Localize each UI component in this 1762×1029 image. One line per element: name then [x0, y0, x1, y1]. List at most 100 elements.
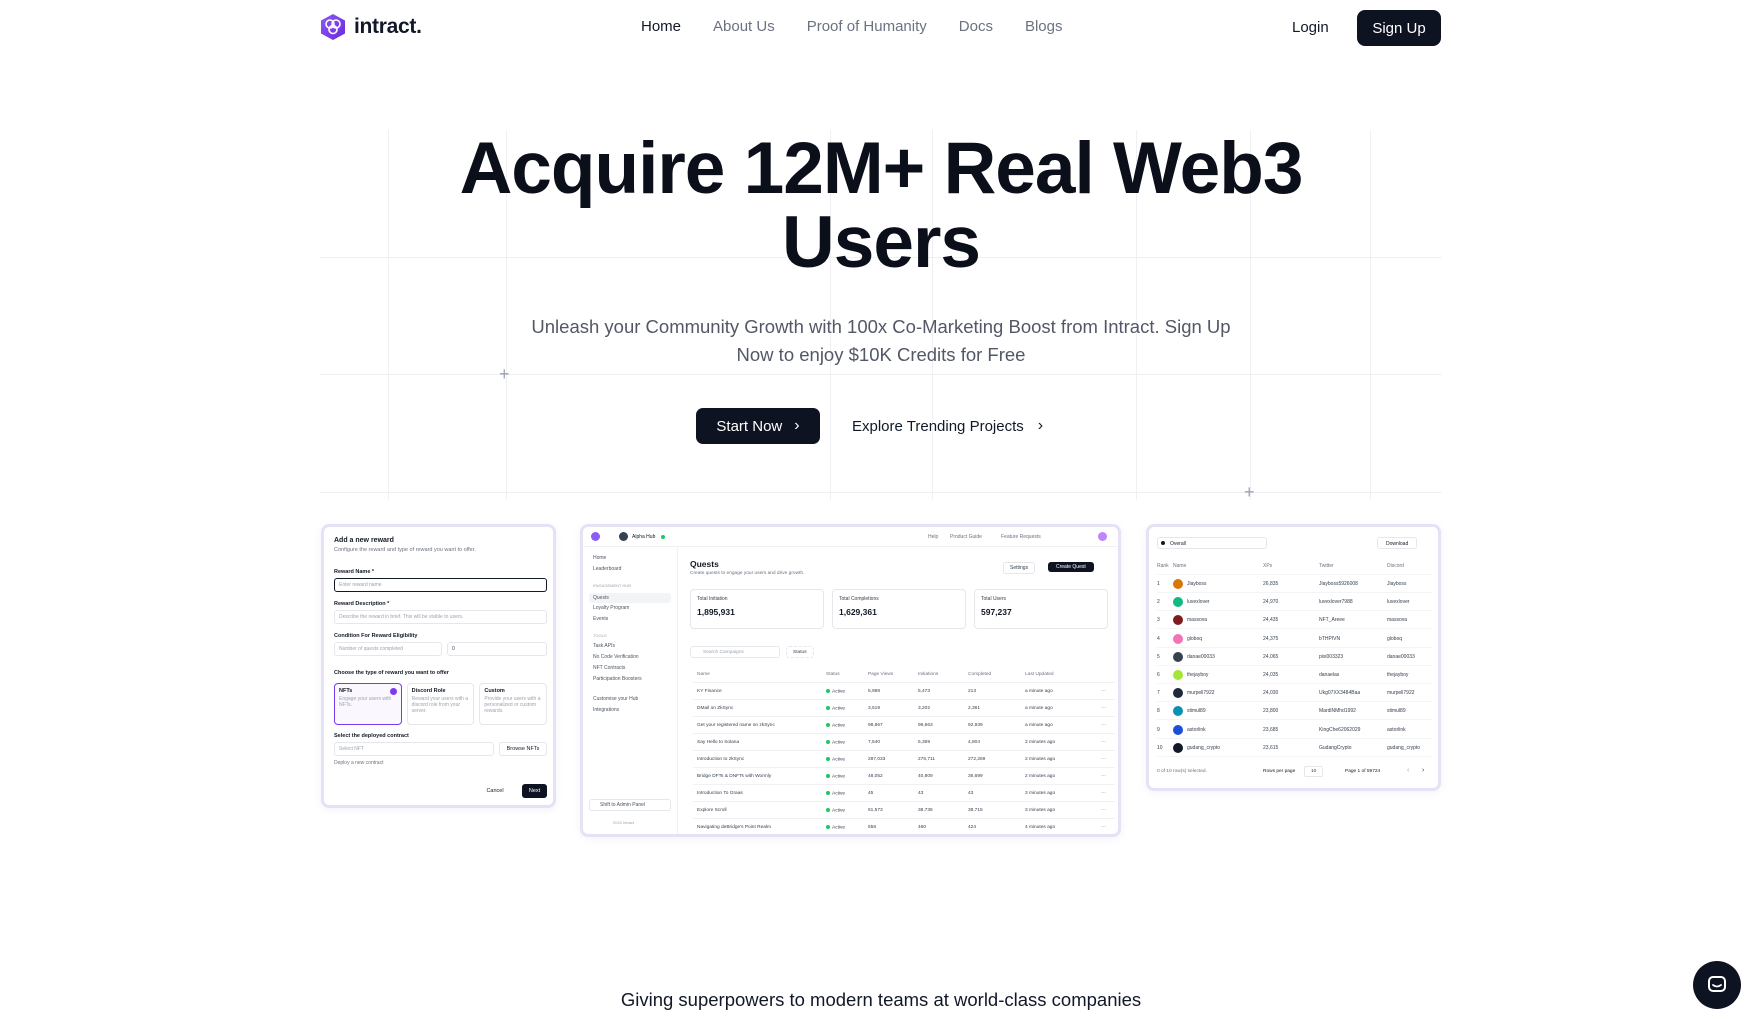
table-cell: 24,035 [1263, 672, 1279, 678]
row-actions-icon[interactable]: ··· [1101, 723, 1106, 728]
status-filter[interactable]: Status [786, 646, 814, 658]
leaderboard-row[interactable]: 7 murpell7922 24,030 Ukg07XX3484Baa murpell7… [1157, 684, 1433, 703]
prev-page-icon[interactable]: ‹ [1407, 767, 1409, 774]
active-dot-icon [826, 757, 830, 761]
nav-home[interactable]: Home [641, 18, 681, 35]
table-row[interactable]: Say Hello to Solana Active 7,540 5,369 4,804… [693, 734, 1115, 751]
leaderboard-row[interactable]: 6 thejayboy 24,035 danaelas thejayboy [1157, 666, 1433, 684]
add-reward-preview: Add a new reward Configure the reward an… [321, 524, 556, 808]
sidebar-item-leaderboard[interactable]: Leaderboard [593, 566, 621, 572]
table-cell: GudangCrypto [1319, 744, 1352, 751]
sidebar-item-nft-contracts[interactable]: NFT Contracts [593, 665, 625, 671]
search-campaigns-input[interactable]: Search Campaigns [690, 646, 780, 658]
condition-label: Condition For Reward Eligibility [334, 633, 418, 639]
table-cell: 558 [868, 825, 877, 830]
table-row[interactable]: Navigating deBridge's Point Realm Active 5… [693, 819, 1115, 834]
table-row[interactable]: KY Finance Active 5,988 5,473 213 a minute ag… [693, 683, 1115, 700]
rows-per-page-select[interactable]: 10 [1304, 766, 1324, 777]
col-last-updated[interactable]: Last Updated [1025, 672, 1054, 677]
user-avatar[interactable] [1098, 532, 1107, 541]
sidebar-item-customise-hub[interactable]: Customise your Hub [593, 696, 638, 702]
table-row[interactable]: DMail on ZkSync Active 3,519 3,202 2,361 a mi… [693, 700, 1115, 717]
leaderboard-row[interactable]: 2 luvexlover 24,970 luvexlover7988 luvexlove… [1157, 593, 1433, 612]
leaderboard-row[interactable]: 4 globoq 24,375 bTHPIVN globoq [1157, 630, 1433, 648]
sidebar-item-quests[interactable]: Quests [589, 593, 671, 603]
sidebar-item-task-apis[interactable]: Task APIs [593, 643, 615, 649]
row-actions-icon[interactable]: ··· [1101, 791, 1106, 796]
hub-name[interactable]: Alpha Hub [632, 534, 655, 540]
explore-trending-projects-button[interactable]: Explore Trending Projects › [852, 408, 1043, 444]
table-row[interactable]: Get your registered name on zkSync Active… [693, 717, 1115, 734]
row-actions-icon[interactable]: ··· [1101, 808, 1106, 813]
product-guide-link[interactable]: Product Guide [950, 534, 982, 540]
brand-logo[interactable]: intract. [320, 13, 422, 41]
reward-option-discord-role[interactable]: Discord Role Reward your users with a di… [406, 683, 475, 725]
row-actions-icon[interactable]: ··· [1101, 825, 1106, 830]
nav-about-us[interactable]: About Us [713, 18, 775, 35]
col-initiations[interactable]: Initiations [918, 672, 938, 677]
sidebar-item-home[interactable]: Home [593, 555, 606, 561]
start-now-button[interactable]: Start Now › [696, 408, 820, 444]
leaderboard-row[interactable]: 3 massova 24,435 NFT_Areee massova [1157, 611, 1433, 630]
nav-proof-of-humanity[interactable]: Proof of Humanity [807, 18, 927, 35]
condition-select[interactable]: Number of quests completed [334, 642, 442, 656]
col-completed[interactable]: Completed [968, 672, 991, 677]
reward-option-nfts[interactable]: NFTs Engage your users with NFTs. [334, 683, 402, 725]
settings-button[interactable]: Settings [1003, 562, 1036, 574]
shift-to-admin-button[interactable]: Shift to Admin Panel [589, 799, 671, 811]
table-cell: 38,715 [968, 808, 983, 813]
row-actions-icon[interactable]: ··· [1101, 757, 1106, 762]
reward-desc-input[interactable]: Describe the reward in brief. This will … [334, 610, 547, 624]
next-button[interactable]: Next [522, 784, 547, 798]
sidebar-item-loyalty-program[interactable]: Loyalty Program [593, 605, 629, 611]
leaderboard-row[interactable]: 10 gudang_crypto 23,615 GudangCrypto gudang_… [1157, 739, 1433, 757]
table-row[interactable]: Introduction To Graas Active 45 43 43 3 minut… [693, 785, 1115, 802]
table-cell: NFT_Areee [1319, 617, 1345, 624]
nav-docs[interactable]: Docs [959, 18, 993, 35]
row-actions-icon[interactable]: ··· [1101, 774, 1106, 779]
browse-nfts-button[interactable]: Browse NFTs [499, 742, 547, 756]
create-quest-button[interactable]: Create Quest [1048, 562, 1094, 572]
avatar [1173, 597, 1183, 608]
download-button[interactable]: Download [1377, 537, 1418, 549]
leaderboard-row[interactable]: 1 Jiayboss 26,835 Jiayboss5926008 Jiayboss [1157, 575, 1433, 593]
table-row[interactable]: Explore Scroll Active 61,573 38,736 38,715 3 … [693, 802, 1115, 819]
feature-requests-link[interactable]: Feature Requests [1001, 534, 1041, 540]
table-row[interactable]: Bridge DFTs & DNFTs with Wormly Active 48,… [693, 768, 1115, 785]
table-row[interactable]: Introduction to zkSync Active 287,033 276,7… [693, 751, 1115, 768]
sidebar-item-participation-boosters[interactable]: Participation Boosters [593, 676, 642, 682]
leaderboard-row[interactable]: 9 astorlink 23,685 KingChe62062029 astorlink [1157, 721, 1433, 739]
col-status[interactable]: Status [826, 672, 840, 677]
cancel-button[interactable]: Cancel [482, 784, 508, 798]
deploy-new-contract-link[interactable]: Deploy a new contract [334, 760, 383, 766]
sidebar-item-events[interactable]: Events [593, 616, 608, 622]
next-page-icon[interactable]: › [1422, 767, 1424, 774]
row-actions-icon[interactable]: ··· [1101, 689, 1106, 694]
col-page-views[interactable]: Page Views [868, 672, 893, 677]
table-cell: KingChe62062029 [1319, 726, 1361, 733]
option-title: NFTs [339, 688, 353, 694]
table-cell: 96,663 [918, 723, 933, 728]
row-actions-icon[interactable]: ··· [1101, 740, 1106, 745]
active-dot-icon [826, 825, 830, 829]
col-name[interactable]: Name [697, 672, 710, 677]
brand-name: intract. [354, 15, 422, 38]
reward-name-input[interactable]: Enter reward name [334, 578, 547, 592]
login-link[interactable]: Login [1292, 19, 1329, 36]
condition-value-input[interactable]: 0 [447, 642, 547, 656]
chat-launcher-button[interactable] [1693, 961, 1741, 1009]
reward-option-custom[interactable]: Custom Provide your users with a persona… [479, 683, 548, 725]
nav-blogs[interactable]: Blogs [1025, 18, 1063, 35]
sidebar-item-no-code-verification[interactable]: No Code Verification [593, 654, 639, 660]
contract-select[interactable]: Select NFT [334, 742, 494, 756]
signup-button[interactable]: Sign Up [1357, 10, 1441, 46]
sidebar-item-integrations[interactable]: Integrations [593, 707, 619, 713]
leaderboard-row[interactable]: 5 danae00033 24,065 pixi003323 danae00033 [1157, 648, 1433, 666]
help-link[interactable]: Help [928, 534, 938, 540]
overall-filter[interactable]: Overall [1157, 537, 1267, 549]
row-actions-icon[interactable]: ··· [1101, 706, 1106, 711]
leaderboard-row[interactable]: 8 stimul89 23,800 MardiNMhd1992 stimul89 [1157, 702, 1433, 721]
hub-logo-icon [591, 532, 600, 541]
chat-bubble-icon [1708, 976, 1726, 992]
chevron-right-icon: › [794, 417, 800, 434]
